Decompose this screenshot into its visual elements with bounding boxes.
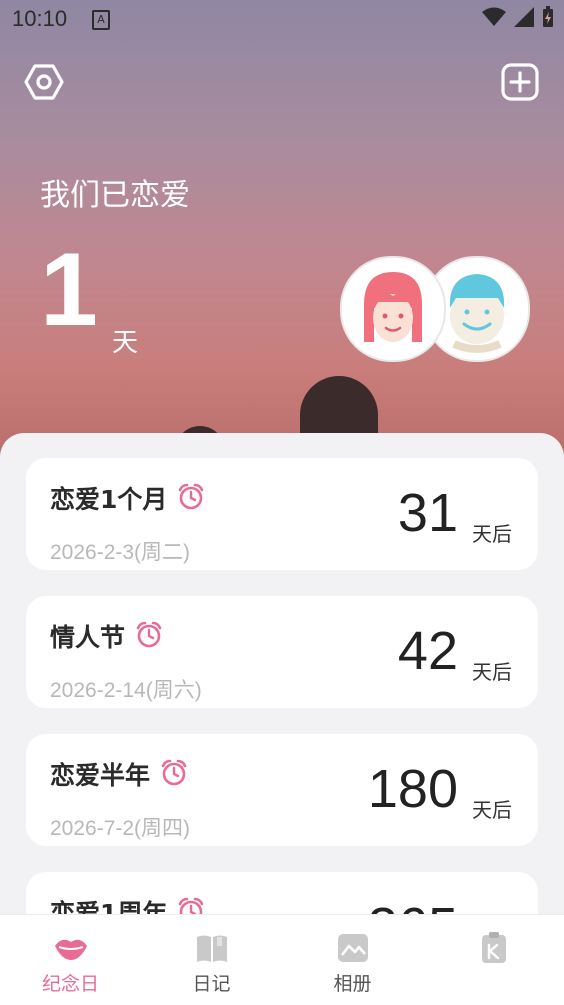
tab-clipboard[interactable] — [423, 915, 564, 1005]
signal-icon — [514, 7, 534, 27]
event-title-row: 恋爱半年 — [50, 756, 188, 792]
hexagon-settings-icon — [24, 64, 64, 100]
days-count: 1 — [40, 232, 98, 348]
alarm-clock-icon — [136, 621, 162, 648]
avatar-girl[interactable] — [340, 256, 446, 362]
clipboard-icon — [481, 932, 506, 963]
event-card[interactable]: 恋爱半年 2026-7-2(周四) 180 天后 — [26, 734, 538, 846]
tab-diary[interactable]: 日记 — [141, 915, 282, 1005]
event-date: 2026-7-2(周四) — [50, 817, 191, 840]
event-unit: 天后 — [472, 522, 512, 546]
bottom-tab-bar: 纪念日 日记 相册 — [0, 914, 564, 1005]
days-unit: 天 — [112, 328, 139, 358]
event-unit: 天后 — [472, 660, 512, 684]
event-card[interactable]: 情人节 2026-2-14(周六) 42 天后 — [26, 596, 538, 708]
tab-album[interactable]: 相册 — [282, 915, 423, 1005]
event-unit: 天后 — [472, 798, 512, 822]
event-date: 2026-2-14(周六) — [50, 679, 202, 702]
event-title: 恋爱半年 — [50, 761, 151, 790]
event-title: 情人节 — [50, 623, 126, 652]
event-date: 2026-2-3(周二) — [50, 541, 191, 564]
alarm-clock-icon — [179, 483, 204, 510]
tab-label: 日记 — [192, 973, 231, 995]
notification-icon: A — [92, 10, 110, 30]
event-title-row: 情人节 — [50, 618, 163, 654]
girl-avatar-icon — [364, 272, 422, 342]
page-title: 我们已恋爱 — [40, 178, 190, 213]
settings-button[interactable] — [24, 62, 64, 102]
wifi-icon — [482, 7, 506, 26]
alarm-clock-icon — [161, 759, 187, 786]
status-icons — [482, 6, 554, 28]
event-countdown: 180 — [367, 759, 458, 819]
add-button[interactable] — [500, 62, 540, 102]
event-countdown: 42 — [397, 621, 458, 681]
event-title: 恋爱1个月 — [50, 485, 168, 514]
plus-square-icon — [501, 63, 539, 101]
book-icon — [196, 935, 227, 962]
battery-icon — [543, 6, 553, 27]
lips-icon — [54, 939, 87, 960]
anniversary-list[interactable]: 恋爱1个月 2026-2-3(周二) 31 天后 情人节 2026-2-14(周… — [0, 433, 564, 923]
status-time: 10:10 — [12, 6, 68, 31]
event-title-row: 恋爱1个月 — [50, 480, 205, 516]
event-countdown: 31 — [397, 483, 458, 543]
photo-icon — [337, 934, 368, 962]
tab-label: 相册 — [333, 973, 372, 995]
status-bar: 10:10 A — [0, 0, 564, 38]
event-card[interactable]: 恋爱1个月 2026-2-3(周二) 31 天后 — [26, 458, 538, 570]
tab-label: 纪念日 — [41, 973, 99, 995]
tab-anniversary[interactable]: 纪念日 — [0, 915, 141, 1005]
